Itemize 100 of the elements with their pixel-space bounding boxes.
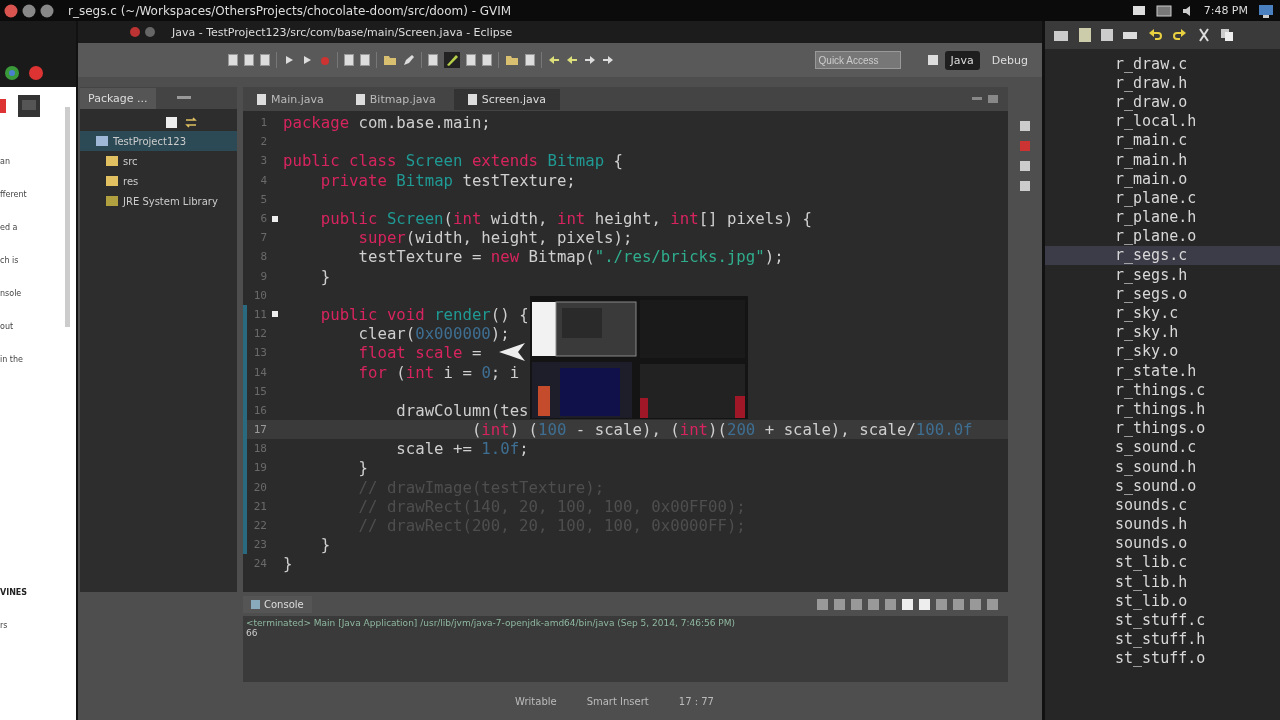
tree-item[interactable]: JRE System Library xyxy=(80,191,237,211)
file-name[interactable]: r_state.h xyxy=(1115,361,1197,380)
console-tool-icon[interactable] xyxy=(936,598,947,610)
file-name[interactable]: st_stuff.c xyxy=(1115,611,1206,630)
file-name[interactable]: r_main.c xyxy=(1115,131,1188,150)
quick-access-field[interactable]: Quick Access xyxy=(814,51,901,69)
file-name[interactable]: r_things.c xyxy=(1115,380,1206,399)
page-icon[interactable] xyxy=(525,54,535,66)
console-tab[interactable]: Console xyxy=(243,595,312,613)
editor-tab[interactable]: Main.java xyxy=(243,88,338,110)
page-icon[interactable] xyxy=(482,54,492,66)
console-tool-icon[interactable] xyxy=(902,598,913,610)
redo-icon[interactable] xyxy=(1172,28,1188,42)
page-icon[interactable] xyxy=(360,54,370,66)
copy-icon[interactable] xyxy=(1220,28,1234,42)
file-name[interactable]: s_sound.h xyxy=(1115,457,1197,476)
close-icon[interactable] xyxy=(4,3,18,18)
file-name[interactable]: r_plane.h xyxy=(1115,208,1197,227)
line-number: 2 xyxy=(259,135,267,149)
perspective-icon[interactable] xyxy=(926,54,939,66)
file-name[interactable]: r_main.o xyxy=(1115,169,1188,188)
file-name[interactable]: r_draw.o xyxy=(1115,92,1188,111)
console-tool-icon[interactable] xyxy=(834,598,845,610)
text-fragment: ch is xyxy=(0,256,20,265)
editor-tab[interactable]: Screen.java xyxy=(453,88,561,110)
file-name[interactable]: sounds.o xyxy=(1115,534,1188,553)
file-name[interactable]: r_segs.o xyxy=(1115,284,1188,303)
file-name[interactable]: st_stuff.o xyxy=(1115,649,1206,668)
file-name[interactable]: st_lib.h xyxy=(1115,572,1188,591)
console-tool-icon[interactable] xyxy=(919,598,930,610)
file-name[interactable]: r_sky.c xyxy=(1115,304,1179,323)
minimize-icon[interactable] xyxy=(175,94,192,102)
line-number: 9 xyxy=(259,269,267,283)
file-name[interactable]: st_stuff.h xyxy=(1115,630,1206,649)
minimize-icon[interactable] xyxy=(145,27,155,37)
file-name[interactable]: r_things.h xyxy=(1115,399,1206,418)
console-tool-icon[interactable] xyxy=(885,598,896,610)
page-icon[interactable] xyxy=(244,54,254,66)
file-name[interactable]: sounds.c xyxy=(1115,495,1188,514)
cut-icon[interactable] xyxy=(1197,28,1211,42)
editor-tab[interactable]: Bitmap.java xyxy=(341,88,450,110)
play-icon[interactable] xyxy=(301,54,313,66)
console-tool-icon[interactable] xyxy=(817,598,828,610)
app-icon[interactable] xyxy=(28,65,44,81)
page-icon[interactable] xyxy=(466,54,476,66)
undo-icon[interactable] xyxy=(1147,28,1163,42)
link-icon[interactable] xyxy=(185,116,197,128)
chrome-icon[interactable] xyxy=(4,65,20,81)
view-tab[interactable]: Package ... xyxy=(80,87,156,109)
arrow-left-icon[interactable] xyxy=(566,54,578,66)
page-icon[interactable] xyxy=(260,54,270,66)
tree-item[interactable]: res xyxy=(80,171,237,191)
maximize-icon[interactable] xyxy=(40,3,54,18)
perspective-tab[interactable]: Debug xyxy=(985,50,1034,70)
file-name[interactable]: s_sound.c xyxy=(1115,438,1197,457)
perspective-tab[interactable]: Java xyxy=(944,50,980,70)
play-icon[interactable] xyxy=(283,54,295,66)
console-tool-icon[interactable] xyxy=(851,598,862,610)
folder-icon[interactable] xyxy=(505,54,519,66)
close-icon[interactable] xyxy=(130,27,140,37)
file-name[interactable]: st_lib.o xyxy=(1115,591,1188,610)
tree-item[interactable]: TestProject123 xyxy=(80,131,237,151)
line-number: 4 xyxy=(259,173,267,187)
page-icon[interactable] xyxy=(344,54,354,66)
minimize-icon[interactable] xyxy=(970,94,1000,104)
clock[interactable]: 7:48 PM xyxy=(1203,4,1248,17)
arrow-left-icon[interactable] xyxy=(548,54,560,66)
file-name[interactable]: r_sky.o xyxy=(1115,342,1179,361)
monitor-icon[interactable] xyxy=(1258,2,1274,19)
file-name[interactable]: s_sound.o xyxy=(1115,476,1197,495)
console-tool-icon[interactable] xyxy=(987,598,998,610)
file-name[interactable]: r_local.h xyxy=(1115,112,1197,131)
file-name[interactable]: sounds.h xyxy=(1115,515,1188,534)
code-line: } xyxy=(319,266,331,286)
file-name[interactable]: r_draw.h xyxy=(1115,73,1188,92)
file-name[interactable]: r_main.h xyxy=(1115,150,1188,169)
arrow-right-icon[interactable] xyxy=(602,54,614,66)
console-tool-icon[interactable] xyxy=(970,598,981,610)
file-name[interactable]: r_plane.c xyxy=(1115,188,1197,207)
file-name[interactable]: r_plane.o xyxy=(1115,227,1197,246)
file-name[interactable]: r_sky.h xyxy=(1115,323,1179,342)
arrow-right-icon[interactable] xyxy=(584,54,596,66)
console-tool-icon[interactable] xyxy=(868,598,879,610)
thumbnail-icon[interactable] xyxy=(18,95,40,117)
highlighter-icon[interactable] xyxy=(444,52,460,68)
folder-icon[interactable] xyxy=(383,54,397,66)
file-name[interactable]: st_lib.c xyxy=(1115,553,1188,572)
collapse-icon[interactable] xyxy=(166,116,177,128)
file-name[interactable]: r_segs.h xyxy=(1115,265,1188,284)
page-icon[interactable] xyxy=(228,54,238,66)
folder-icon xyxy=(106,176,118,186)
console-tool-icon[interactable] xyxy=(953,598,964,610)
file-name[interactable]: r_draw.c xyxy=(1115,54,1188,73)
pencil-icon[interactable] xyxy=(403,54,415,66)
page-icon[interactable] xyxy=(428,54,438,66)
file-name[interactable]: r_things.o xyxy=(1115,419,1206,438)
minimize-icon[interactable] xyxy=(22,3,36,18)
tree-item[interactable]: src xyxy=(80,151,237,171)
code-line: super(width, height, pixels); xyxy=(357,228,633,248)
text-fragment: fferent xyxy=(0,190,28,199)
